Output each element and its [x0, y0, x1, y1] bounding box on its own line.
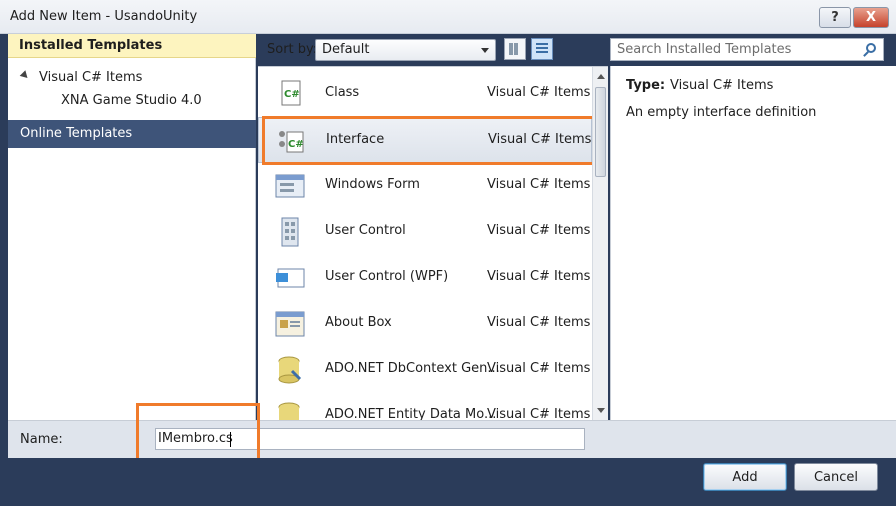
template-item-user-control[interactable]: User Control Visual C# Items [258, 209, 592, 255]
online-templates-header[interactable]: Online Templates [8, 120, 256, 148]
installed-templates-header[interactable]: Installed Templates [8, 34, 256, 58]
grid-view-icon [509, 43, 518, 55]
cancel-button[interactable]: Cancel [794, 463, 878, 491]
svg-text:C#: C# [284, 89, 300, 100]
title-bar: Add New Item - UsandoUnity ? X [0, 0, 896, 34]
template-categories-panel: Installed Templates Visual C# Items XNA … [8, 34, 256, 420]
dialog-footer: Add Cancel [8, 458, 896, 506]
search-icon[interactable] [866, 43, 876, 53]
about-box-icon [275, 311, 305, 337]
scroll-up-icon[interactable] [597, 74, 605, 79]
template-item-windows-form[interactable]: Windows Form Visual C# Items [258, 163, 592, 209]
window-title: Add New Item - UsandoUnity [10, 9, 198, 24]
add-new-item-dialog: Add New Item - UsandoUnity ? X Installed… [0, 0, 896, 506]
chevron-down-icon [481, 48, 489, 53]
template-item-ado-net-entity[interactable]: ADO.NET Entity Data Mo... Visual C# Item… [258, 393, 592, 420]
template-item-ado-net-dbcontext[interactable]: ADO.NET DbContext Gen... Visual C# Items [258, 347, 592, 393]
template-details-panel: Type: Visual C# Items An empty interface… [610, 66, 896, 420]
type-value: Visual C# Items [670, 78, 774, 93]
close-button[interactable]: X [853, 7, 889, 28]
ado-net-entity-icon [278, 402, 300, 420]
name-highlight-box [136, 403, 260, 466]
sort-by-label: Sort by: [267, 42, 318, 57]
user-control-wpf-icon [276, 268, 305, 288]
medium-icons-view-button[interactable] [504, 38, 526, 60]
tree-item-visual-csharp[interactable]: Visual C# Items [39, 70, 142, 85]
add-button[interactable]: Add [703, 463, 787, 491]
type-label: Type: [626, 78, 666, 93]
windows-form-icon [275, 174, 305, 198]
sort-by-select[interactable]: Default [315, 39, 496, 61]
user-control-icon [281, 217, 299, 247]
search-templates-input[interactable]: Search Installed Templates [610, 38, 884, 61]
interface-highlight-box [262, 116, 602, 165]
template-item-class[interactable]: C# Class Visual C# Items [258, 71, 592, 117]
scroll-down-icon[interactable] [597, 408, 605, 413]
tree-item-xna[interactable]: XNA Game Studio 4.0 [61, 93, 202, 108]
details-view-button[interactable] [531, 38, 553, 60]
help-button[interactable]: ? [819, 7, 851, 28]
list-view-icon [536, 43, 548, 53]
class-icon: C# [281, 80, 301, 106]
scrollbar-thumb[interactable] [595, 87, 606, 177]
toolbar: Sort by: Default Search Installed Templa… [258, 34, 896, 66]
template-item-about-box[interactable]: About Box Visual C# Items [258, 301, 592, 347]
ado-net-icon [278, 356, 302, 384]
name-label: Name: [20, 432, 63, 447]
expand-arrow-icon[interactable] [19, 70, 31, 81]
template-description: An empty interface definition [626, 105, 817, 120]
templates-scrollbar[interactable] [592, 67, 608, 420]
template-item-user-control-wpf[interactable]: User Control (WPF) Visual C# Items [258, 255, 592, 301]
